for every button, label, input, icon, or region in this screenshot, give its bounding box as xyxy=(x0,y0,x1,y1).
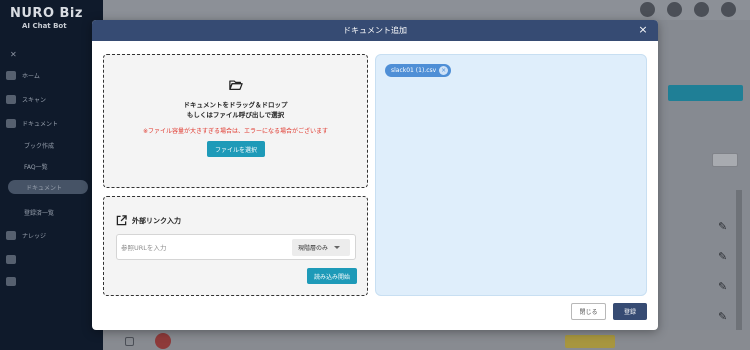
add-document-modal: ドキュメント追加 × ドキュメントをドラッグ＆ドロップ もしくはファイル呼び出し… xyxy=(92,20,658,330)
edit-icon[interactable]: ✎ xyxy=(718,310,727,323)
sidebar-item-label: ブック作成 xyxy=(24,142,55,150)
dropzone-line1: ドキュメントをドラッグ＆ドロップ xyxy=(183,101,288,109)
sidebar-collapse-icon[interactable]: ✕ xyxy=(10,50,17,59)
filesize-warning: ※ファイル容量が大きすぎる場合は、エラーになる場合がございます xyxy=(142,128,329,135)
document-icon xyxy=(6,118,16,128)
dropzone-line2: もしくはファイル呼び出しで選択 xyxy=(186,111,285,119)
row-checkbox[interactable] xyxy=(125,337,134,346)
status-icon xyxy=(155,333,171,349)
knowledge-icon xyxy=(6,230,16,240)
crawl-scope-select[interactable]: 現階層のみ xyxy=(292,239,350,256)
sidebar-item-active[interactable]: ドキュメント xyxy=(8,180,88,194)
start-loading-button[interactable]: 読み込み開始 xyxy=(307,268,357,284)
app-logo: NURO Biz xyxy=(10,6,83,21)
external-link-icon xyxy=(116,215,127,226)
remove-file-icon[interactable]: × xyxy=(439,66,449,75)
file-dropzone[interactable]: ドキュメントをドラッグ＆ドロップ もしくはファイル呼び出しで選択 ※ファイル容量… xyxy=(103,54,368,188)
app-logo-subtitle: AI Chat Bot xyxy=(22,22,67,30)
sidebar-item-label: ホーム xyxy=(22,72,40,80)
close-button[interactable]: 閉じる xyxy=(571,303,606,320)
notification-icon[interactable] xyxy=(721,2,736,17)
help-icon[interactable] xyxy=(694,2,709,17)
edit-icon[interactable]: ✎ xyxy=(718,250,727,263)
profile-icon[interactable] xyxy=(640,2,655,17)
select-file-button[interactable]: ファイルを選択 xyxy=(207,141,265,157)
sidebar-item-documents[interactable]: ドキュメント xyxy=(6,116,98,130)
home-icon xyxy=(6,70,16,80)
chevron-down-icon xyxy=(334,246,341,249)
scan-icon xyxy=(6,94,16,104)
sidebar-item-label: 登録済一覧 xyxy=(24,209,55,217)
app-topbar xyxy=(103,0,750,20)
external-link-heading: 外部リンク入力 xyxy=(116,215,181,226)
folder-open-icon xyxy=(229,80,243,90)
url-input-row: 現階層のみ xyxy=(116,234,356,260)
close-icon[interactable]: × xyxy=(636,23,650,37)
register-button[interactable]: 登録 xyxy=(613,303,647,320)
sidebar-item-label: ナレッジ xyxy=(22,232,47,240)
sidebar-item-label: スキャン xyxy=(22,96,47,104)
modal-header: ドキュメント追加 × xyxy=(92,20,658,41)
sidebar-subitem[interactable]: 登録済一覧 xyxy=(24,205,94,219)
edit-icon[interactable]: ✎ xyxy=(718,280,727,293)
sidebar-item-label: FAQ一覧 xyxy=(24,163,48,171)
sidebar-subitem[interactable]: FAQ一覧 xyxy=(24,159,94,173)
sidebar-item-home[interactable]: ホーム xyxy=(6,68,98,82)
sidebar-subitem[interactable]: ブック作成 xyxy=(24,138,94,152)
sidebar-item-knowledge[interactable]: ナレッジ xyxy=(6,228,98,242)
user-icon[interactable] xyxy=(667,2,682,17)
dropzone-instructions: ドキュメントをドラッグ＆ドロップ もしくはファイル呼び出しで選択 xyxy=(104,100,367,120)
bg-table-row xyxy=(103,330,750,350)
modal-title: ドキュメント追加 xyxy=(343,26,407,35)
sidebar-item-label: ドキュメント xyxy=(22,120,59,128)
file-chip: slack01 (1).csv × xyxy=(385,64,452,77)
bg-filter-box[interactable] xyxy=(712,153,738,167)
external-link-title: 外部リンク入力 xyxy=(132,216,181,225)
sidebar-item-system[interactable] xyxy=(6,274,98,288)
system-icon xyxy=(6,276,16,286)
external-link-panel: 外部リンク入力 現階層のみ 読み込み開始 xyxy=(103,196,368,296)
crawl-scope-value: 現階層のみ xyxy=(298,245,329,252)
selected-files-panel: slack01 (1).csv × xyxy=(375,54,647,296)
status-badge xyxy=(565,335,615,348)
file-chip-name: slack01 (1).csv xyxy=(391,67,437,74)
sidebar-item-settings[interactable] xyxy=(6,252,98,266)
sidebar-item-scan[interactable]: スキャン xyxy=(6,92,98,106)
reference-url-input[interactable] xyxy=(121,240,286,256)
bg-primary-button[interactable] xyxy=(668,85,743,101)
bg-scrollbar[interactable] xyxy=(736,190,742,340)
settings-icon xyxy=(6,254,16,264)
sidebar-item-label: ドキュメント xyxy=(26,184,63,192)
edit-icon[interactable]: ✎ xyxy=(718,220,727,233)
app-sidebar: NURO Biz AI Chat Bot ✕ ホーム スキャン ドキュメント ブ… xyxy=(0,0,103,350)
